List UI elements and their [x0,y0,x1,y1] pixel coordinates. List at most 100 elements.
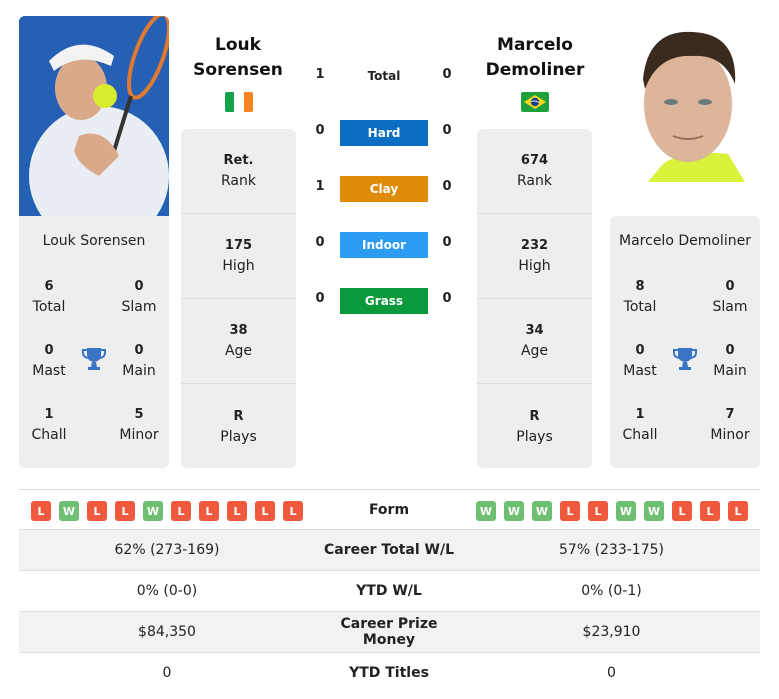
player1-last-name: Sorensen [193,60,283,80]
player1-rank-label: Rank [221,173,256,189]
player2-titles-main: 0 Main [700,341,760,381]
player2-titles-chall: 1 Chall [610,405,670,445]
trophy-icon [672,346,698,372]
player1-titles-minor: 5 Minor [109,405,169,445]
player2-form-badge-loss[interactable]: L [700,501,720,521]
player2-form-badge-loss[interactable]: L [728,501,748,521]
player1-rank: Ret. Rank [181,129,296,214]
player2-ytd-wl: 0% (0-1) [581,583,642,599]
player1-photo-image [19,16,169,216]
h2h-total-p2: 0 [442,67,452,82]
player2-card-name: Marcelo Demoliner [619,233,751,249]
player2-name[interactable]: Marcelo Demoliner [470,33,600,83]
player2-form: WWWLLWWLLL [476,501,748,521]
player2-form-badge-win[interactable]: W [476,501,496,521]
player1-prize-money: $84,350 [138,624,196,640]
player1-form-badge-loss[interactable]: L [115,501,135,521]
player2-form-badge-win[interactable]: W [644,501,664,521]
player1-titles-mast: 0 Mast [19,341,79,381]
career-wl-label: Career Total W/L [324,542,454,558]
h2h-hard-p2: 0 [442,123,452,138]
player1-form-badge-win[interactable]: W [59,501,79,521]
surface-hard-button[interactable]: Hard [340,120,428,146]
player1-name[interactable]: Louk Sorensen [173,33,303,83]
player1-age-value: 38 [229,323,248,338]
player2-form-badge-win[interactable]: W [616,501,636,521]
form-row: LWLLWLLLLL Form WWWLLWWLLL [19,489,760,529]
player1-form-badge-loss[interactable]: L [283,501,303,521]
player1-high-label: High [222,258,255,274]
table-row: 0% (0-0) YTD W/L 0% (0-1) [19,570,760,611]
player1-form: LWLLWLLLLL [31,501,303,521]
player2-titles-mast-value: 0 [635,343,645,358]
ytd-titles-label: YTD Titles [349,665,429,681]
player1-ytd-titles: 0 [162,665,172,681]
player1-age-label: Age [224,343,253,359]
surface-indoor-button[interactable]: Indoor [340,232,428,258]
player2-plays-label: Plays [516,428,553,445]
trophy-icon [81,346,107,372]
player2-form-badge-loss[interactable]: L [588,501,608,521]
player2-form-badge-loss[interactable]: L [672,501,692,521]
player2-age: 34 Age [477,299,592,384]
player1-form-badge-loss[interactable]: L [255,501,275,521]
h2h-total-p1: 1 [315,67,325,82]
comparison-table: LWLLWLLLLL Form WWWLLWWLLL 62% (273-169)… [19,489,760,693]
player2-photo-image [623,24,748,182]
player2-plays: R Plays [477,384,592,469]
player1-form-badge-loss[interactable]: L [31,501,51,521]
brazil-flag-icon [521,92,549,112]
player1-stats-column: Ret. Rank 175 High 38 Age R Plays [181,129,296,468]
player1-career-wl: 62% (273-169) [114,542,220,558]
player1-titles-slam-label: Slam [121,299,157,315]
table-row: 0 YTD Titles 0 [19,652,760,693]
surface-clay-button[interactable]: Clay [340,176,428,202]
player1-titles-minor-label: Minor [119,427,159,443]
h2h-indoor-p2: 0 [442,235,452,250]
player2-form-badge-loss[interactable]: L [560,501,580,521]
player1-titles-total: 6 Total [19,277,79,317]
player1-titles-main: 0 Main [109,341,169,381]
player2-rank-value: 674 [520,153,549,168]
player2-high-label: High [518,258,551,274]
player1-titles-minor-value: 5 [134,407,144,422]
player2-ytd-titles: 0 [607,665,616,681]
player1-form-badge-loss[interactable]: L [171,501,191,521]
player1-titles-mast-label: Mast [32,363,66,379]
player2-prize-money: $23,910 [582,624,641,640]
player2-titles-chall-value: 1 [635,407,645,422]
ytd-wl-label: YTD W/L [356,583,422,599]
player1-titles-main-value: 0 [134,343,144,358]
h2h-clay-p2: 0 [442,179,452,194]
player2-titles-main-value: 0 [725,343,735,358]
player1-first-name: Louk [215,35,261,55]
player1-titles-main-label: Main [122,363,156,379]
player2-high: 232 High [477,214,592,299]
player1-rank-value: Ret. [223,153,254,168]
player2-form-badge-win[interactable]: W [504,501,524,521]
player1-titles-slam-value: 0 [134,279,144,294]
player2-titles-chall-label: Chall [622,427,658,443]
player1-form-badge-loss[interactable]: L [87,501,107,521]
player1-photo [19,16,169,216]
player2-titles-total-value: 8 [635,279,645,294]
player1-form-badge-loss[interactable]: L [227,501,247,521]
surface-grass-button[interactable]: Grass [340,288,428,314]
player2-titles-slam-value: 0 [725,279,735,294]
player2-titles-mast: 0 Mast [610,341,670,381]
player2-titles-card: Marcelo Demoliner 8 Total 0 Slam 0 Mast … [610,216,760,468]
player1-ytd-wl: 0% (0-0) [136,583,198,599]
player2-titles-slam: 0 Slam [700,277,760,317]
player1-high-value: 175 [224,238,253,253]
player1-titles-card: Louk Sorensen 6 Total 0 Slam 0 Mast 0 Ma… [19,216,169,468]
player2-titles-total-label: Total [623,299,657,315]
player2-form-badge-win[interactable]: W [532,501,552,521]
player1-plays-label: Plays [220,428,257,445]
ireland-flag-icon [225,92,253,112]
player2-rank: 674 Rank [477,129,592,214]
player1-form-badge-win[interactable]: W [143,501,163,521]
player2-titles-mast-label: Mast [623,363,657,379]
player1-form-badge-loss[interactable]: L [199,501,219,521]
player1-plays: R Plays [181,384,296,469]
player2-titles-minor-label: Minor [710,427,750,443]
